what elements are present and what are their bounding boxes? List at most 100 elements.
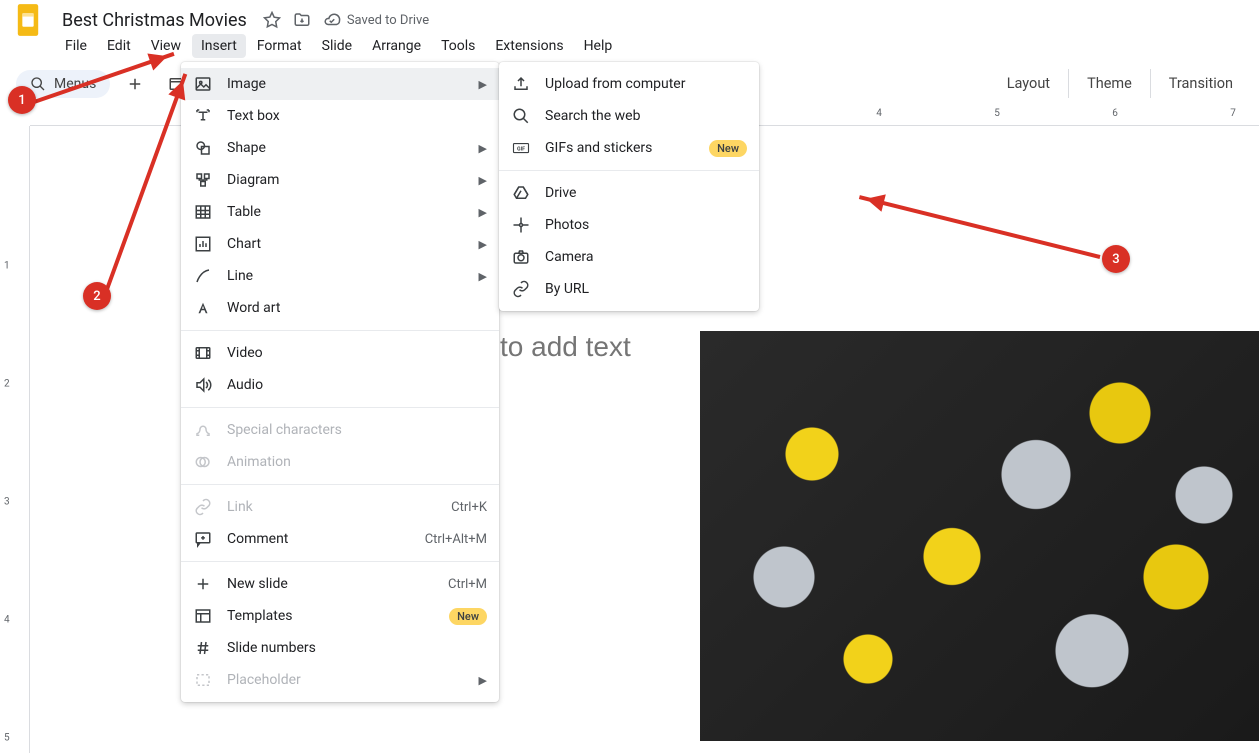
menu-help[interactable]: Help bbox=[575, 34, 622, 58]
insert-templates-label: Templates bbox=[227, 608, 435, 624]
menu-slide[interactable]: Slide bbox=[313, 34, 361, 58]
image-photos-label: Photos bbox=[545, 217, 747, 233]
insert-line-label: Line bbox=[227, 268, 465, 284]
insert-comment-shortcut: Ctrl+Alt+M bbox=[425, 532, 487, 547]
upload-icon bbox=[511, 74, 531, 94]
camera-icon bbox=[511, 247, 531, 267]
insert-word-art-label: Word art bbox=[227, 300, 487, 316]
image-drive[interactable]: Drive bbox=[499, 177, 759, 209]
table-icon bbox=[193, 202, 213, 222]
menu-separator bbox=[181, 407, 499, 408]
menu-separator bbox=[499, 170, 759, 171]
insert-shape[interactable]: Shape ▶ bbox=[181, 132, 499, 164]
omega-icon bbox=[193, 420, 213, 440]
ruler-vtick-3: 3 bbox=[4, 497, 10, 508]
insert-animation: Animation bbox=[181, 446, 499, 478]
transition-button[interactable]: Transition bbox=[1150, 69, 1251, 98]
new-badge: New bbox=[449, 608, 487, 625]
menu-file[interactable]: File bbox=[56, 34, 96, 58]
gif-icon: GIF bbox=[511, 138, 531, 158]
insert-special-chars: Special characters bbox=[181, 414, 499, 446]
image-camera[interactable]: Camera bbox=[499, 241, 759, 273]
image-gifs-label: GIFs and stickers bbox=[545, 140, 695, 156]
menu-separator bbox=[181, 561, 499, 562]
chevron-right-icon: ▶ bbox=[479, 238, 487, 251]
move-folder-icon[interactable] bbox=[293, 11, 311, 29]
insert-shape-label: Shape bbox=[227, 140, 465, 156]
insert-line[interactable]: Line ▶ bbox=[181, 260, 499, 292]
ruler-vtick-5: 5 bbox=[4, 733, 10, 744]
insert-special-chars-label: Special characters bbox=[227, 422, 487, 438]
insert-video[interactable]: Video bbox=[181, 337, 499, 369]
menu-separator bbox=[181, 484, 499, 485]
image-upload[interactable]: Upload from computer bbox=[499, 68, 759, 100]
insert-chart-label: Chart bbox=[227, 236, 465, 252]
ruler-tick-4: 4 bbox=[876, 108, 882, 119]
search-icon bbox=[30, 76, 46, 92]
menu-extensions[interactable]: Extensions bbox=[486, 34, 572, 58]
link-icon bbox=[193, 497, 213, 517]
insert-text-box[interactable]: Text box bbox=[181, 100, 499, 132]
ruler-tick-5: 5 bbox=[994, 108, 1000, 119]
ruler-vtick-4: 4 bbox=[4, 615, 10, 626]
slides-logo[interactable] bbox=[8, 0, 48, 40]
chevron-right-icon: ▶ bbox=[479, 142, 487, 155]
search-icon bbox=[511, 106, 531, 126]
text-box-icon bbox=[193, 106, 213, 126]
new-badge: New bbox=[709, 140, 747, 157]
image-photos[interactable]: Photos bbox=[499, 209, 759, 241]
menu-tools[interactable]: Tools bbox=[432, 34, 484, 58]
title-bar: Best Christmas Movies Saved to Drive bbox=[0, 0, 1259, 34]
insert-word-art[interactable]: Word art bbox=[181, 292, 499, 324]
save-status[interactable]: Saved to Drive bbox=[323, 11, 429, 29]
templates-icon bbox=[193, 606, 213, 626]
cloud-icon bbox=[323, 11, 341, 29]
insert-new-slide[interactable]: New slide Ctrl+M bbox=[181, 568, 499, 600]
image-by-url[interactable]: By URL bbox=[499, 273, 759, 305]
insert-comment[interactable]: Comment Ctrl+Alt+M bbox=[181, 523, 499, 555]
insert-slide-numbers[interactable]: Slide numbers bbox=[181, 632, 499, 664]
slide-image[interactable] bbox=[700, 331, 1259, 741]
ruler-tick-7: 7 bbox=[1230, 108, 1236, 119]
diagram-icon bbox=[193, 170, 213, 190]
insert-table[interactable]: Table ▶ bbox=[181, 196, 499, 228]
word-art-icon bbox=[193, 298, 213, 318]
menu-insert[interactable]: Insert bbox=[192, 34, 246, 58]
text-placeholder[interactable]: to add text bbox=[500, 331, 631, 363]
link-icon bbox=[511, 279, 531, 299]
audio-icon bbox=[193, 375, 213, 395]
line-icon bbox=[193, 266, 213, 286]
insert-diagram[interactable]: Diagram ▶ bbox=[181, 164, 499, 196]
image-drive-label: Drive bbox=[545, 185, 747, 201]
video-icon bbox=[193, 343, 213, 363]
insert-chart[interactable]: Chart ▶ bbox=[181, 228, 499, 260]
menu-edit[interactable]: Edit bbox=[98, 34, 140, 58]
layout-button[interactable]: Layout bbox=[989, 69, 1068, 98]
insert-placeholder: Placeholder ▶ bbox=[181, 664, 499, 696]
image-search-web[interactable]: Search the web bbox=[499, 100, 759, 132]
insert-audio-label: Audio bbox=[227, 377, 487, 393]
theme-button[interactable]: Theme bbox=[1068, 69, 1150, 98]
plus-icon bbox=[193, 574, 213, 594]
image-gifs[interactable]: GIF GIFs and stickers New bbox=[499, 132, 759, 164]
insert-audio[interactable]: Audio bbox=[181, 369, 499, 401]
menu-arrange[interactable]: Arrange bbox=[363, 34, 430, 58]
chevron-right-icon: ▶ bbox=[479, 174, 487, 187]
insert-image[interactable]: Image ▶ bbox=[181, 68, 499, 100]
shape-icon bbox=[193, 138, 213, 158]
insert-new-slide-shortcut: Ctrl+M bbox=[448, 577, 487, 592]
document-title[interactable]: Best Christmas Movies bbox=[56, 8, 253, 33]
animation-icon bbox=[193, 452, 213, 472]
menu-format[interactable]: Format bbox=[248, 34, 311, 58]
insert-placeholder-label: Placeholder bbox=[227, 672, 465, 688]
annotation-3: 3 bbox=[1102, 245, 1130, 273]
insert-link-shortcut: Ctrl+K bbox=[451, 500, 487, 515]
image-submenu-panel: Upload from computer Search the web GIF … bbox=[499, 62, 759, 311]
star-icon[interactable] bbox=[263, 11, 281, 29]
photos-icon bbox=[511, 215, 531, 235]
insert-templates[interactable]: Templates New bbox=[181, 600, 499, 632]
ruler-tick-6: 6 bbox=[1112, 108, 1118, 119]
insert-new-slide-label: New slide bbox=[227, 576, 434, 592]
insert-menu-panel: Image ▶ Text box Shape ▶ Diagram ▶ Table… bbox=[181, 62, 499, 702]
chevron-right-icon: ▶ bbox=[479, 270, 487, 283]
